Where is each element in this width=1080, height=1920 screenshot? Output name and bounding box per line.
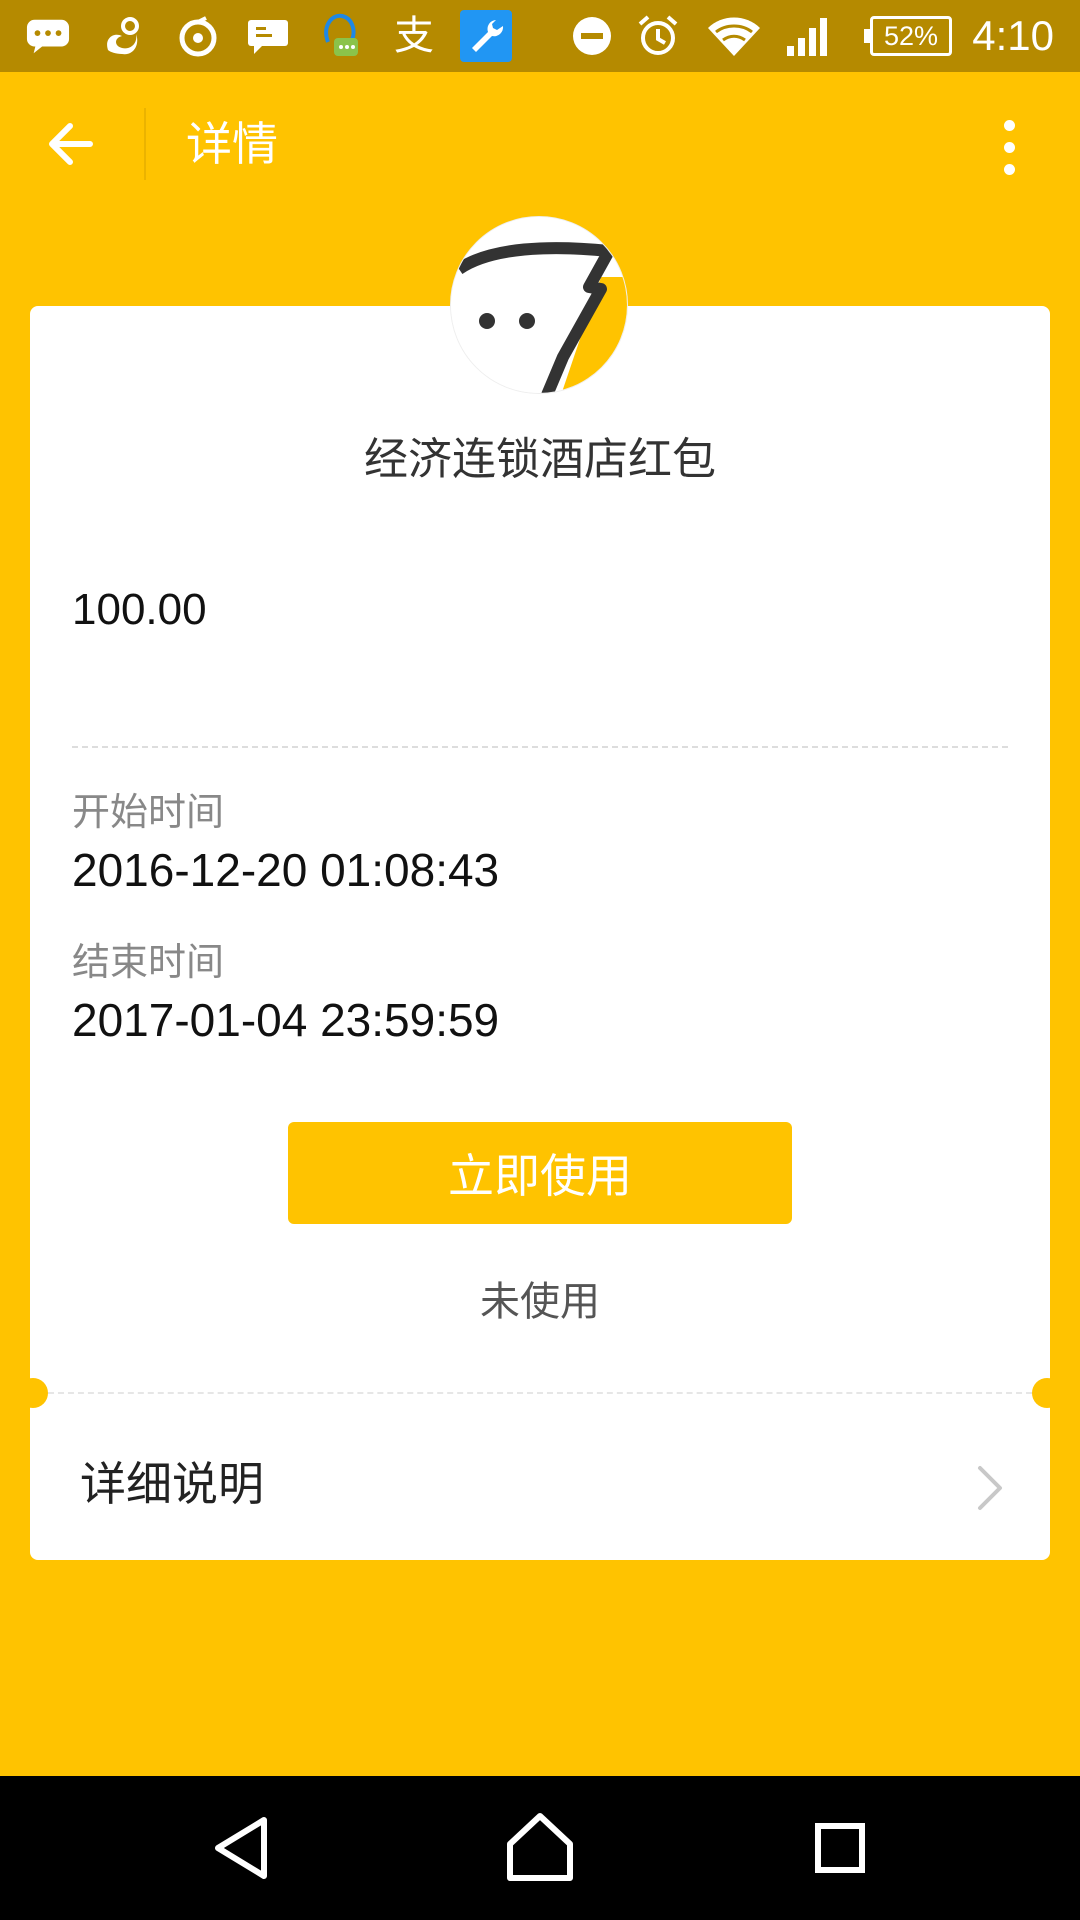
message-icon [246,14,290,58]
nav-recents-button[interactable] [798,1806,882,1890]
ticket-notch-left [18,1378,48,1408]
home-icon [507,1813,573,1881]
navigation-bar [0,1776,1080,1920]
do-not-disturb-icon [570,14,614,58]
status-bar: 支 52% 4:10 [0,0,1080,72]
end-time-value: 2017-01-04 23:59:59 [72,994,500,1046]
uc-browser-icon [100,14,144,58]
more-vert-icon [1004,120,1015,131]
start-time-value: 2016-12-20 01:08:43 [72,844,500,896]
use-now-button[interactable]: 立即使用 [288,1122,792,1224]
app-bar-divider [144,108,146,180]
details-label: 详细说明 [80,1457,264,1511]
coupon-title: 经济连锁酒店红包 [364,434,716,485]
netease-icon [176,14,220,58]
nav-home-button[interactable] [498,1806,582,1890]
page-title: 详情 [186,117,278,171]
signal-icon [784,14,834,58]
battery-icon: 52% [864,16,952,56]
back-button[interactable] [28,106,118,182]
divider [72,746,1008,748]
coupon-amount: 100.00 [72,585,207,634]
arrow-left-icon [49,123,93,165]
ticket-divider [48,1392,1032,1394]
start-time-label: 开始时间 [72,790,225,834]
usage-status: 未使用 [480,1279,600,1325]
end-time-label: 结束时间 [72,940,225,984]
details-row[interactable]: 详细说明 [30,1410,1050,1560]
assistant-icon [318,13,362,58]
brand-logo [450,216,628,394]
ticket-notch-right [1032,1378,1062,1408]
nav-back-button[interactable] [200,1806,284,1890]
triangle-back-icon [215,1817,267,1879]
chevron-right-icon [978,1466,1002,1510]
app-bar: 详情 [0,72,1080,216]
alipay-icon: 支 [394,13,434,59]
clock: 4:10 [972,12,1054,59]
more-vert-icon-dot [1004,142,1015,153]
coupon-card [30,306,1050,1560]
tool-icon [460,10,512,62]
alarm-icon [636,14,680,58]
square-recents-icon [815,1823,865,1873]
wifi-icon [706,14,762,58]
more-vert-icon-dot [1004,164,1015,175]
more-options-button[interactable] [980,112,1040,182]
chat-bubble-icon [26,14,70,58]
